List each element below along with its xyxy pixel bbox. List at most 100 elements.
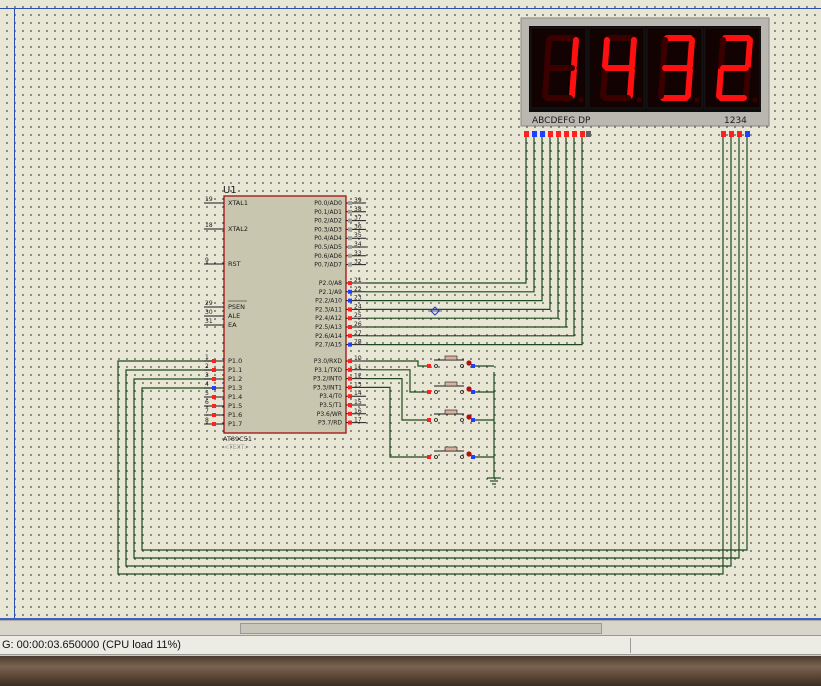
svg-text:29: 29 (205, 300, 213, 307)
svg-text:22: 22 (354, 286, 362, 293)
status-separator (630, 638, 631, 653)
svg-text:PSEN: PSEN (228, 303, 245, 311)
svg-text:27: 27 (354, 330, 362, 337)
svg-text:P3.7/RD: P3.7/RD (318, 420, 342, 427)
svg-text:24: 24 (354, 303, 362, 310)
svg-text:P3.6/WR: P3.6/WR (317, 411, 342, 418)
svg-text:P2.4/A12: P2.4/A12 (315, 315, 342, 322)
display-segment-pin (556, 131, 561, 137)
scrollbar-thumb[interactable] (240, 623, 602, 634)
svg-text:15: 15 (354, 399, 362, 406)
svg-text:P0.7/AD7: P0.7/AD7 (314, 262, 342, 269)
display-segment-pin (564, 131, 569, 137)
push-button-4[interactable] (427, 446, 475, 459)
ground-icon (487, 372, 501, 485)
svg-text:P0.3/AD3: P0.3/AD3 (314, 226, 342, 233)
svg-text:P3.2/INT0: P3.2/INT0 (313, 376, 342, 383)
svg-text:32: 32 (354, 259, 362, 266)
horizontal-scrollbar[interactable] (0, 620, 821, 635)
svg-text:P3.4/T0: P3.4/T0 (319, 393, 342, 400)
svg-text:P1.0: P1.0 (228, 357, 242, 365)
svg-text:P0.0/AD0: P0.0/AD0 (314, 200, 342, 207)
schematic-drawing: ABCDEFG DP 1234 U1 AT89C51 <TEXT> 19 XTAL… (117, 17, 770, 575)
digit-3 (646, 27, 703, 109)
svg-text:37: 37 (354, 215, 362, 222)
svg-text:P1.5: P1.5 (228, 402, 242, 410)
display-segment-pin (532, 131, 537, 137)
svg-text:P1.2: P1.2 (228, 375, 242, 383)
svg-text:21: 21 (354, 277, 362, 284)
svg-text:31: 31 (205, 318, 213, 325)
mcu-at89c51[interactable]: U1 AT89C51 <TEXT> 19 XTAL1 1 8 XTAL2 9 RST 29 PS… (204, 185, 366, 451)
svg-text:P3.0/RXD: P3.0/RXD (314, 358, 342, 365)
push-button-3[interactable] (427, 409, 475, 422)
push-button-2[interactable] (427, 381, 475, 394)
svg-text:P2.1/A9: P2.1/A9 (319, 289, 342, 296)
desktop-background-strip (0, 656, 821, 686)
svg-text:6: 6 (205, 399, 209, 406)
svg-text:2: 2 (205, 363, 209, 370)
svg-text:36: 36 (354, 223, 362, 230)
svg-text:P2.7/A15: P2.7/A15 (315, 342, 342, 349)
digit-2 (588, 27, 645, 109)
svg-text:35: 35 (354, 232, 362, 239)
segment-pin-label: ABCDEFG DP (532, 116, 591, 126)
svg-text:P3.3/INT1: P3.3/INT1 (313, 384, 342, 391)
simulation-status-text: G: 00:00:03.650000 (CPU load 11%) (2, 639, 181, 651)
display-digit-pin (737, 131, 742, 137)
svg-text:5: 5 (205, 390, 209, 397)
display-digit-pin (745, 131, 750, 137)
display-segment-pin (586, 131, 591, 137)
svg-text:1: 1 (205, 354, 209, 361)
display-segment-pin (524, 131, 529, 137)
svg-text:XTAL1: XTAL1 (228, 199, 248, 207)
svg-text:23: 23 (354, 295, 362, 302)
display-digit-pin (721, 131, 726, 137)
chip-ref-label: U1 (223, 185, 237, 196)
svg-text:8: 8 (205, 417, 209, 424)
display-segment-pin (540, 131, 545, 137)
status-bar: G: 00:00:03.650000 (CPU load 11%) (0, 635, 821, 655)
display-segment-pin (548, 131, 553, 137)
svg-text:3: 3 (205, 372, 209, 379)
digit-select-label: 1234 (724, 116, 747, 126)
svg-text:P2.6/A14: P2.6/A14 (315, 333, 342, 340)
svg-text:P0.5/AD5: P0.5/AD5 (314, 244, 342, 251)
svg-text:7: 7 (205, 408, 209, 415)
svg-text:XTAL2: XTAL2 (228, 225, 248, 233)
svg-text:38: 38 (354, 206, 362, 213)
seven-segment-display[interactable]: ABCDEFG DP 1234 (520, 17, 770, 137)
svg-text:P1.6: P1.6 (228, 411, 242, 419)
schematic-canvas[interactable]: ABCDEFG DP 1234 U1 AT89C51 <TEXT> 19 XTAL… (0, 0, 821, 618)
svg-text:33: 33 (354, 250, 362, 257)
display-digit-pin (729, 131, 734, 137)
svg-text:P0.4/AD4: P0.4/AD4 (314, 235, 342, 242)
svg-text:34: 34 (354, 241, 362, 248)
push-button-1[interactable] (427, 355, 475, 368)
svg-text:EA: EA (228, 321, 237, 329)
svg-text:P2.2/A10: P2.2/A10 (315, 298, 342, 305)
chip-text-placeholder: <TEXT> (224, 444, 249, 451)
svg-text:11: 11 (354, 364, 362, 371)
svg-text:P1.4: P1.4 (228, 393, 242, 401)
probe-marker-icon[interactable] (428, 306, 442, 316)
svg-text:P2.0/A8: P2.0/A8 (319, 280, 342, 287)
svg-text:17: 17 (354, 417, 362, 424)
display-segment-pin (580, 131, 585, 137)
svg-text:RST: RST (228, 260, 241, 268)
svg-text:ALE: ALE (228, 312, 240, 320)
svg-text:9: 9 (205, 257, 209, 264)
digit-4 (704, 27, 761, 109)
chip-part-label: AT89C51 (223, 435, 252, 443)
push-button-group[interactable] (427, 355, 475, 459)
svg-text:P1.7: P1.7 (228, 420, 242, 428)
svg-text:28: 28 (354, 339, 362, 346)
svg-text:13: 13 (354, 381, 362, 388)
svg-text:P1.1: P1.1 (228, 366, 242, 374)
svg-text:12: 12 (354, 373, 362, 380)
svg-text:P0.2/AD2: P0.2/AD2 (314, 218, 342, 225)
svg-text:19: 19 (205, 196, 213, 203)
svg-text:P1.3: P1.3 (228, 384, 242, 392)
svg-text:P0.1/AD1: P0.1/AD1 (314, 209, 342, 216)
svg-text:4: 4 (205, 381, 209, 388)
